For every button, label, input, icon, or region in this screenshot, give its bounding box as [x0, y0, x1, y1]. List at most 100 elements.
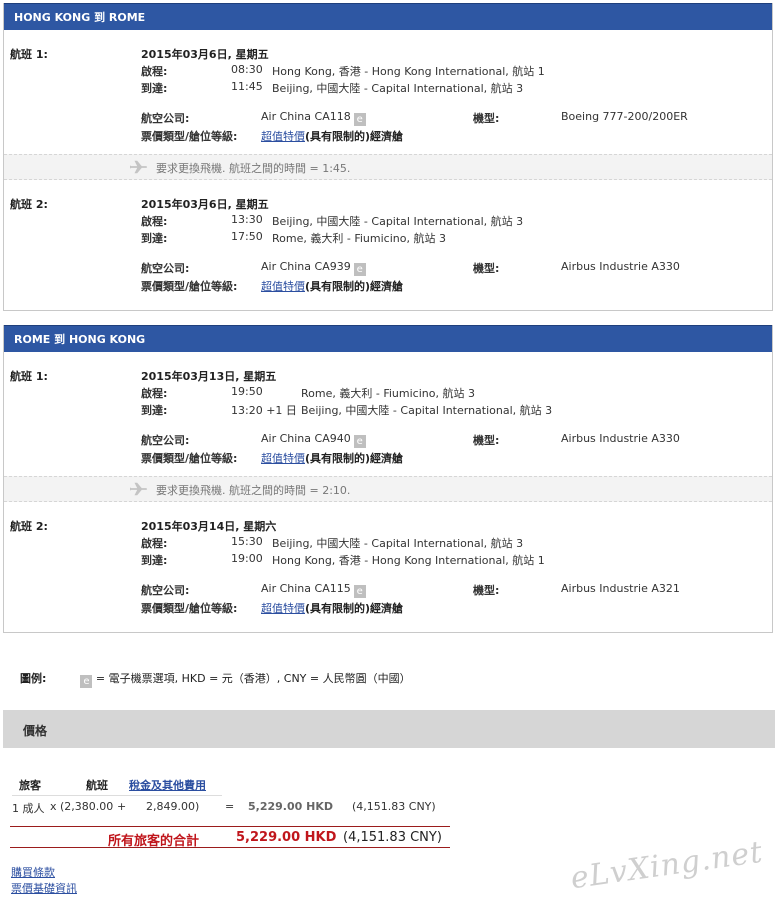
fare-type-link[interactable]: 超值特價 — [261, 280, 305, 293]
aircraft-label: 機型: — [473, 112, 500, 125]
depart-time: 08:30 — [231, 63, 263, 76]
fare-label: 票價類型/艙位等級: — [141, 280, 238, 293]
passenger-count: 1 成人 — [12, 802, 45, 815]
grand-total-row: 所有旅客的合計 5,229.00 HKD (4,151.83 CNY) — [10, 826, 450, 849]
depart-time: 13:30 — [231, 213, 263, 226]
aircraft-label: 機型: — [473, 262, 500, 275]
connection-notice: 要求更換飛機. 航班之間的時間 = 2:10. — [4, 476, 772, 502]
connection-text: 要求更換飛機. 航班之間的時間 = 2:10. — [156, 484, 351, 497]
col-passenger: 旅客 — [19, 779, 41, 792]
grand-total-cny: (4,151.83 CNY) — [343, 830, 442, 845]
row-total-cny: (4,151.83 CNY) — [352, 800, 436, 813]
depart-label: 啟程: — [141, 215, 168, 228]
fare-value: 超值特價(具有限制的)經濟艙 — [261, 600, 403, 616]
airline-label: 航空公司: — [141, 584, 190, 597]
depart-label: 啟程: — [141, 65, 168, 78]
legend: 圖例: e = 電子機票選項, HKD = 元（香港）, CNY = 人民幣圓（… — [20, 670, 411, 688]
plus-sign: + — [117, 800, 127, 813]
fare-label: 票價類型/艙位等級: — [141, 452, 238, 465]
grand-total-label: 所有旅客的合計 — [108, 834, 200, 849]
airline-name: Air China CA940 — [261, 432, 351, 445]
legend-text: = 電子機票選項, HKD = 元（香港）, CNY = 人民幣圓（中國） — [95, 672, 411, 685]
times-sign: x — [50, 800, 57, 813]
eticket-icon: e — [353, 435, 366, 448]
fare-class: (具有限制的)經濟艙 — [305, 602, 404, 615]
aircraft-label: 機型: — [473, 584, 500, 597]
arrive-place: Rome, 義大利 - Fiumicino, 航站 3 — [272, 232, 446, 245]
arrive-label: 到達: — [141, 82, 168, 95]
airline-label: 航空公司: — [141, 262, 190, 275]
eticket-icon: e — [353, 113, 366, 126]
eticket-icon: e — [353, 585, 366, 598]
depart-place: Beijing, 中國大陸 - Capital International, 航… — [272, 215, 524, 228]
aircraft-value: Airbus Industrie A330 — [561, 432, 680, 445]
aircraft-label: 機型: — [473, 434, 500, 447]
arrive-time: 11:45 — [231, 80, 263, 93]
airline-name: Air China CA115 — [261, 582, 351, 595]
airplane-icon — [130, 482, 148, 496]
equals-sign: = — [225, 800, 235, 813]
arrive-label: 到達: — [141, 232, 168, 245]
depart-place: Beijing, 中國大陸 - Capital International, 航… — [272, 537, 524, 550]
airline-label: 航空公司: — [141, 112, 190, 125]
flight-label: 航班 2: — [10, 520, 48, 533]
fare-type-link[interactable]: 超值特價 — [261, 602, 305, 615]
aircraft-value: Airbus Industrie A330 — [561, 260, 680, 273]
aircraft-value: Airbus Industrie A321 — [561, 582, 680, 595]
arrive-place: Beijing, 中國大陸 - Capital International, 航… — [301, 404, 553, 417]
flight-label: 航班 1: — [10, 370, 48, 383]
flight-segment: 航班 1: 2015年03月13日, 星期五 啟程: 19:50 Rome, 義… — [4, 352, 772, 476]
eticket-icon: e — [353, 263, 366, 276]
aircraft-value: Boeing 777-200/200ER — [561, 110, 688, 123]
depart-time: 19:50 — [231, 385, 263, 398]
airline-name: Air China CA939 — [261, 260, 351, 273]
price-title: 價格 — [23, 724, 48, 738]
depart-place: Rome, 義大利 - Fiumicino, 航站 3 — [301, 387, 475, 400]
trip-return: ROME 到 HONG KONG 航班 1: 2015年03月13日, 星期五 … — [3, 325, 773, 633]
legend-title: 圖例: — [20, 672, 47, 685]
flight-segment: 航班 2: 2015年03月14日, 星期六 啟程: 15:30 Beijing… — [4, 502, 772, 632]
depart-place: Hong Kong, 香港 - Hong Kong International,… — [272, 65, 545, 78]
flight-segment: 航班 2: 2015年03月6日, 星期五 啟程: 13:30 Beijing,… — [4, 180, 772, 310]
grand-total-hkd: 5,229.00 HKD — [236, 830, 337, 845]
airline-value: Air China CA939 e — [261, 260, 366, 276]
fare-label: 票價類型/艙位等級: — [141, 602, 238, 615]
arrive-time: 17:50 — [231, 230, 263, 243]
airplane-icon — [130, 160, 148, 174]
depart-label: 啟程: — [141, 537, 168, 550]
row-total-hkd: 5,229.00 HKD — [248, 800, 333, 813]
fare-label: 票價類型/艙位等級: — [141, 130, 238, 143]
connection-notice: 要求更換飛機. 航班之間的時間 = 1:45. — [4, 154, 772, 180]
price-section-header: 價格 — [3, 710, 775, 748]
airline-label: 航空公司: — [141, 434, 190, 447]
airline-value: Air China CA115 e — [261, 582, 366, 598]
flight-amount: (2,380.00 — [60, 800, 114, 813]
taxes-fees-link[interactable]: 稅金及其他費用 — [129, 777, 206, 793]
trip-outbound: HONG KONG 到 ROME 航班 1: 2015年03月6日, 星期五 啟… — [3, 3, 773, 311]
flight-label: 航班 1: — [10, 48, 48, 61]
flight-date: 2015年03月6日, 星期五 — [141, 198, 269, 211]
purchase-terms-link[interactable]: 購買條款 — [11, 864, 55, 880]
fare-class: (具有限制的)經濟艙 — [305, 130, 404, 143]
fare-basis-link[interactable]: 票價基礎資訊 — [11, 880, 77, 896]
flight-date: 2015年03月14日, 星期六 — [141, 520, 277, 533]
arrive-label: 到達: — [141, 404, 168, 417]
flight-segment: 航班 1: 2015年03月6日, 星期五 啟程: 08:30 Hong Kon… — [4, 30, 772, 154]
trip-header: HONG KONG 到 ROME — [4, 3, 772, 30]
eticket-icon: e — [80, 675, 93, 688]
depart-time: 15:30 — [231, 535, 263, 548]
fare-value: 超值特價(具有限制的)經濟艙 — [261, 128, 403, 144]
arrive-place: Hong Kong, 香港 - Hong Kong International,… — [272, 554, 545, 567]
trip-header: ROME 到 HONG KONG — [4, 325, 772, 352]
fare-type-link[interactable]: 超值特價 — [261, 130, 305, 143]
flight-date: 2015年03月13日, 星期五 — [141, 370, 277, 383]
watermark: eLvXing.net — [568, 834, 766, 897]
fare-type-link[interactable]: 超值特價 — [261, 452, 305, 465]
col-flight: 航班 — [86, 779, 108, 792]
fare-value: 超值特價(具有限制的)經濟艙 — [261, 450, 403, 466]
fare-class: (具有限制的)經濟艙 — [305, 452, 404, 465]
airline-value: Air China CA118 e — [261, 110, 366, 126]
flight-date: 2015年03月6日, 星期五 — [141, 48, 269, 61]
arrive-time: 19:00 — [231, 552, 263, 565]
connection-text: 要求更換飛機. 航班之間的時間 = 1:45. — [156, 162, 351, 175]
